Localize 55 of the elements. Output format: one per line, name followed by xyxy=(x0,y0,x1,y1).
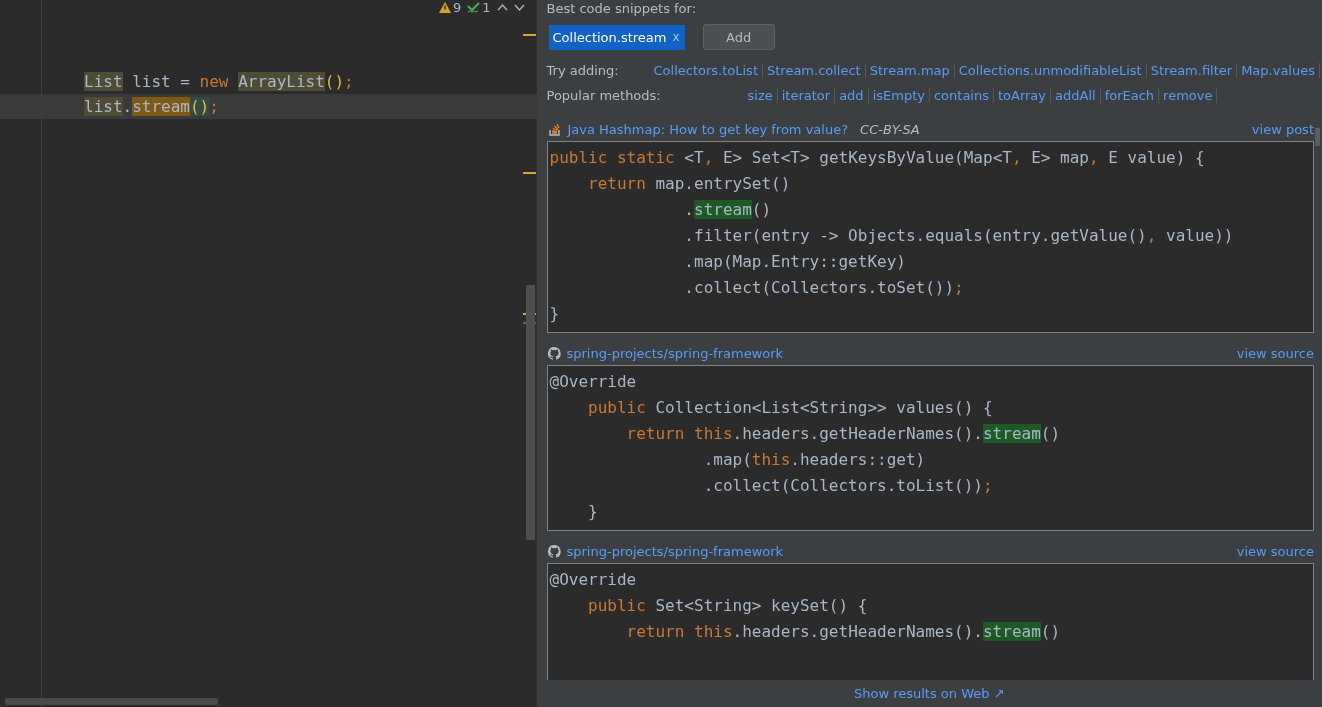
code-line: .map(Map.Entry::getKey) xyxy=(683,251,907,273)
suggestion-link[interactable]: Collectors.toList xyxy=(651,63,763,78)
code-line: public Collection<List<String>> values() { xyxy=(587,397,994,419)
suggestion-link[interactable]: contains xyxy=(931,88,994,103)
suggestion-label: Popular methods: xyxy=(546,88,662,103)
remove-tag-button[interactable]: x xyxy=(672,30,680,44)
suggestion-link[interactable]: Map.values xyxy=(1239,63,1320,78)
code-line: public static <T, E> Set<T> getKeysByValue(Map<T, E> map, E value) { xyxy=(549,147,1206,169)
code-line: } xyxy=(587,501,599,523)
scrollbar[interactable] xyxy=(5,698,218,705)
code-line: } xyxy=(549,303,561,325)
suggestion-link[interactable]: Stream.filter xyxy=(1148,63,1238,78)
code-line: return map.entrySet() xyxy=(587,173,792,195)
suggestion-link[interactable]: add xyxy=(837,88,869,103)
license-label: CC-BY-SA xyxy=(860,121,920,137)
check-icon xyxy=(467,1,481,13)
suggestion-link[interactable]: remove xyxy=(1161,88,1218,103)
result-action-link[interactable]: view source xyxy=(1236,543,1314,559)
stack-icon xyxy=(547,122,562,136)
scrollbar[interactable] xyxy=(1315,128,1320,146)
panel-heading: Best code snippets for: xyxy=(545,0,698,17)
chevron-up-icon[interactable] xyxy=(496,3,508,11)
code-line: .collect(Collectors.toSet()); xyxy=(683,277,965,299)
result-title-link[interactable]: spring-projects/spring-framework xyxy=(566,345,784,361)
github-icon xyxy=(547,346,561,360)
suggestion-link[interactable]: forEach xyxy=(1102,88,1160,103)
suggestion-link[interactable]: Collections.unmodifiableList xyxy=(956,63,1147,78)
result-action-link[interactable]: view post xyxy=(1251,121,1314,137)
code-line: @Override xyxy=(549,371,638,393)
suggestion-link[interactable]: size xyxy=(745,88,778,103)
suggestion-link[interactable]: toArray xyxy=(995,88,1052,103)
github-icon xyxy=(547,544,561,558)
result-title-link[interactable]: Java Hashmap: How to get key from value? xyxy=(567,121,849,137)
result-action-link[interactable]: view source xyxy=(1236,345,1314,361)
suggestion-link[interactable]: Stream.collect xyxy=(765,63,866,78)
suggestion-link[interactable]: iterator xyxy=(779,88,836,103)
code-line: .collect(Collectors.toList()); xyxy=(702,475,994,497)
suggestion-label: Try adding: xyxy=(546,63,620,78)
suggestion-link[interactable]: isEmpty xyxy=(870,88,930,103)
suggestion-link[interactable]: Stream.map xyxy=(867,63,955,78)
add-button[interactable]: Add xyxy=(702,24,775,50)
code-line: .filter(entry -> Objects.equals(entry.getValue(), value)) xyxy=(683,225,1235,247)
show-results-link[interactable]: Show results on Web ↗ xyxy=(853,686,1005,701)
weak-warning-count: 1 xyxy=(482,0,491,14)
code-line: public Set<String> keySet() { xyxy=(587,595,869,617)
suggestion-link[interactable]: addAll xyxy=(1053,88,1101,103)
result-title-link[interactable]: spring-projects/spring-framework xyxy=(566,543,784,559)
code-line: @Override xyxy=(549,569,638,591)
warning-count: 9 xyxy=(452,0,462,14)
code-line: .map(this.headers::get) xyxy=(702,449,927,471)
query-tag[interactable]: Collection.stream x xyxy=(548,24,685,50)
code-line: return this.headers.getHeaderNames().stream() xyxy=(625,621,1062,643)
chevron-down-icon[interactable] xyxy=(513,3,525,11)
code-line: return this.headers.getHeaderNames().stream() xyxy=(625,423,1062,445)
scrollbar[interactable] xyxy=(525,285,535,540)
